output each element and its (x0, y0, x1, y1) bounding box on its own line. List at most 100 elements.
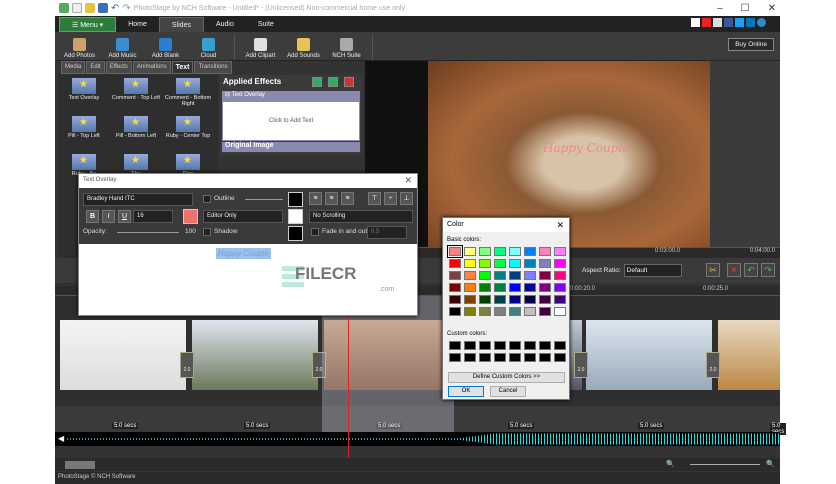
tab-media[interactable]: Media (61, 61, 86, 74)
tab-animations[interactable]: Animations (132, 61, 171, 74)
tab-text[interactable]: Text (171, 61, 194, 74)
custom-color-swatch[interactable] (539, 353, 551, 362)
nch-suite-button[interactable]: NCH Suite (325, 32, 368, 60)
basic-color-swatch[interactable] (479, 247, 491, 256)
basic-color-swatch[interactable] (479, 307, 491, 316)
basic-color-swatch[interactable] (494, 271, 506, 280)
slide-thumbnail[interactable] (718, 320, 780, 390)
basic-color-swatch[interactable] (479, 283, 491, 292)
valign-middle-icon[interactable]: ÷ (384, 192, 397, 205)
undo-icon[interactable]: ↶ (111, 3, 119, 14)
basic-color-swatch[interactable] (539, 283, 551, 292)
custom-color-swatch[interactable] (554, 353, 566, 362)
basic-color-swatch[interactable] (464, 283, 476, 292)
click-to-add-text[interactable]: Click to Add Text (222, 101, 360, 141)
basic-color-swatch[interactable] (554, 271, 566, 280)
custom-color-swatch[interactable] (479, 353, 491, 362)
basic-color-swatch[interactable] (449, 307, 461, 316)
basic-color-swatch[interactable] (464, 307, 476, 316)
buy-online-button[interactable]: Buy Online (728, 38, 774, 51)
tab-suite[interactable]: Suite (246, 17, 286, 32)
basic-color-swatch[interactable] (524, 283, 536, 292)
duplicate-effect-icon[interactable] (328, 77, 338, 87)
background-color[interactable] (288, 209, 303, 224)
effect-item[interactable]: Pill - Bottom Left (110, 116, 162, 139)
tab-effects[interactable]: Effects (105, 61, 132, 74)
cancel-button[interactable]: Cancel (490, 386, 526, 397)
basic-color-swatch[interactable] (479, 295, 491, 304)
basic-color-swatch[interactable] (524, 259, 536, 268)
transition-icon[interactable]: 2.0 (574, 352, 588, 378)
outline-slider[interactable] (245, 199, 283, 200)
custom-color-swatch[interactable] (539, 341, 551, 350)
cut-icon[interactable]: ✂ (706, 263, 720, 277)
like-icon[interactable] (713, 18, 722, 27)
basic-color-swatch[interactable] (447, 245, 463, 258)
close-icon[interactable]: ✕ (404, 175, 412, 186)
redo-icon[interactable]: ↷ (122, 3, 130, 14)
overlay-text-preview[interactable]: Happy Couple (543, 141, 629, 155)
effect-item[interactable]: Ruby - Center Top (162, 116, 214, 139)
rotate-right-icon[interactable]: ↷ (761, 263, 775, 277)
bold-button[interactable]: B (86, 210, 99, 223)
tab-home[interactable]: Home (116, 17, 159, 32)
custom-color-swatch[interactable] (554, 341, 566, 350)
slide-thumbnail[interactable] (60, 320, 186, 390)
basic-color-swatch[interactable] (554, 247, 566, 256)
basic-color-swatch[interactable] (494, 247, 506, 256)
tab-audio[interactable]: Audio (204, 17, 246, 32)
basic-color-swatch[interactable] (554, 283, 566, 292)
font-size-input[interactable]: 16 (133, 210, 173, 223)
custom-color-swatch[interactable] (449, 341, 461, 350)
slide-thumbnail[interactable] (586, 320, 712, 390)
delete-effect-icon[interactable] (344, 77, 354, 87)
basic-color-swatch[interactable] (509, 271, 521, 280)
add-effect-icon[interactable] (312, 77, 322, 87)
open-icon[interactable] (85, 3, 95, 13)
align-right-icon[interactable]: ≡ (341, 192, 354, 205)
basic-color-swatch[interactable] (509, 247, 521, 256)
basic-color-swatch[interactable] (464, 295, 476, 304)
custom-color-swatch[interactable] (509, 353, 521, 362)
tab-transitions[interactable]: Transitions (194, 61, 232, 74)
basic-color-swatch[interactable] (464, 247, 476, 256)
add-sounds-button[interactable]: Add Sounds (282, 32, 325, 60)
speaker-icon[interactable]: ◀ (58, 434, 64, 443)
linkedin-icon[interactable] (746, 18, 755, 27)
outline-checkbox[interactable] (203, 195, 211, 203)
basic-color-swatch[interactable] (494, 259, 506, 268)
transition-icon[interactable]: 2.0 (706, 352, 720, 378)
close-icon[interactable]: ✕ (768, 3, 776, 14)
new-icon[interactable] (72, 3, 82, 13)
zoom-slider[interactable] (690, 464, 760, 465)
basic-color-swatch[interactable] (539, 295, 551, 304)
basic-color-swatch[interactable] (464, 259, 476, 268)
align-center-icon[interactable]: ≡ (325, 192, 338, 205)
menu-button[interactable]: ☰ Menu ▾ (59, 17, 117, 32)
add-music-button[interactable]: Add Music (101, 32, 144, 60)
basic-color-swatch[interactable] (449, 295, 461, 304)
twitter-icon[interactable] (735, 18, 744, 27)
custom-color-swatch[interactable] (494, 353, 506, 362)
underline-button[interactable]: U (118, 210, 131, 223)
opacity-slider[interactable] (117, 232, 179, 233)
aspect-ratio-select[interactable]: Default (623, 264, 682, 277)
slide-thumbnail[interactable] (192, 320, 318, 390)
basic-color-swatch[interactable] (449, 271, 461, 280)
custom-color-swatch[interactable] (464, 353, 476, 362)
basic-color-swatch[interactable] (509, 259, 521, 268)
minimize-icon[interactable]: – (717, 3, 723, 14)
delete-icon[interactable]: ✕ (727, 263, 741, 277)
custom-color-swatch[interactable] (464, 341, 476, 350)
basic-color-swatch[interactable] (509, 307, 521, 316)
basic-color-swatch[interactable] (524, 271, 536, 280)
basic-color-swatch[interactable] (449, 259, 461, 268)
maximize-icon[interactable]: ☐ (741, 3, 750, 14)
add-photos-button[interactable]: Add Photos (58, 32, 101, 60)
facebook-icon[interactable] (724, 18, 733, 27)
ok-button[interactable]: OK (448, 386, 484, 397)
text-editor-content[interactable]: Happy Couple (216, 248, 271, 259)
effect-item[interactable]: Text Overlay (58, 78, 110, 101)
tab-edit[interactable]: Edit (86, 61, 105, 74)
rotate-left-icon[interactable]: ↶ (744, 263, 758, 277)
